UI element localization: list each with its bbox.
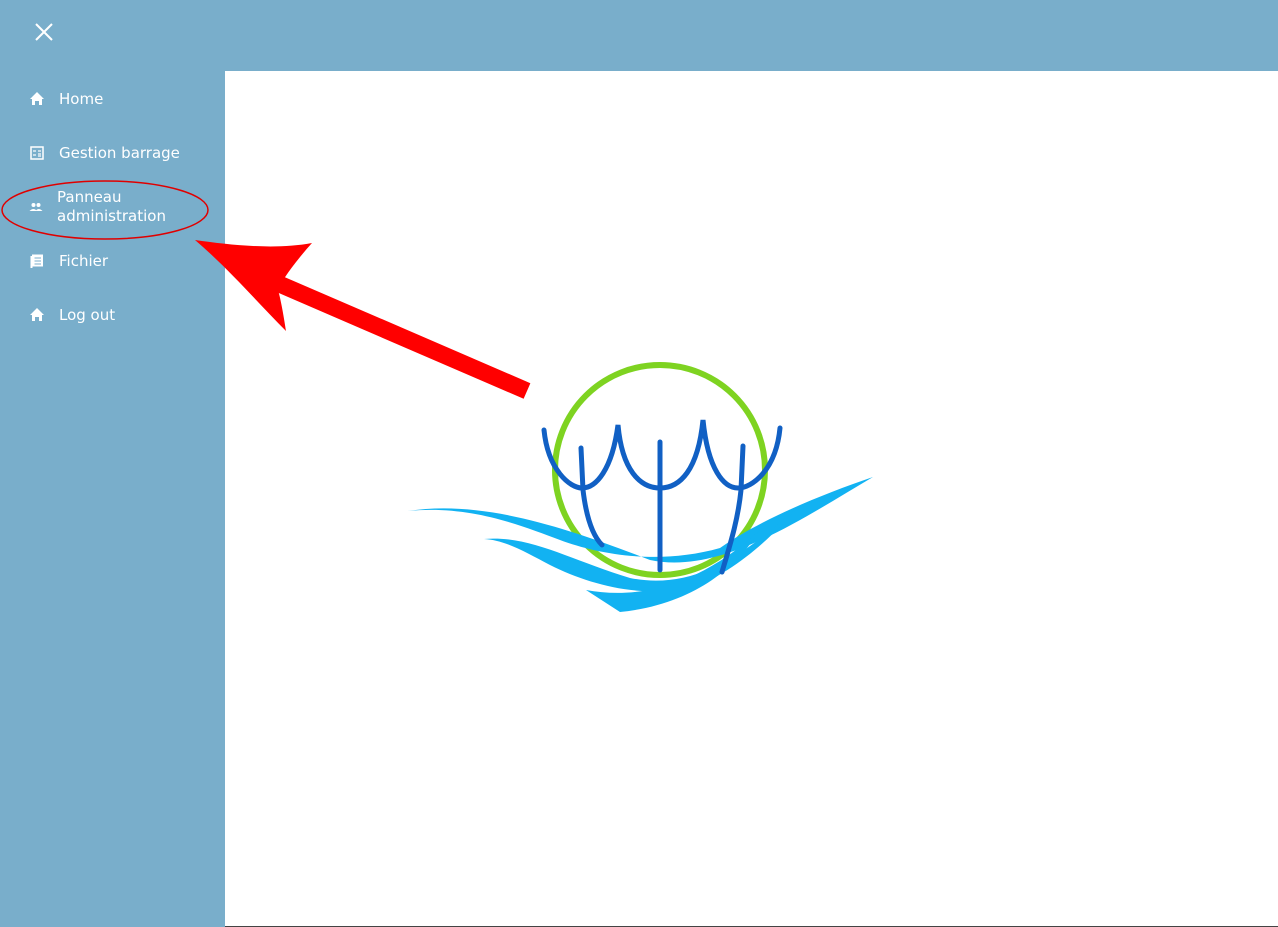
sidebar-item-gestion-barrage[interactable]: Gestion barrage (0, 142, 225, 164)
sidebar-item-label: Fichier (59, 251, 109, 270)
document-icon (29, 253, 45, 269)
sidebar-item-log-out[interactable]: Log out (0, 304, 225, 326)
top-bar (0, 0, 1278, 71)
sidebar-item-home[interactable]: Home (0, 88, 225, 110)
sidebar-item-fichier[interactable]: Fichier (0, 250, 225, 272)
home-icon (29, 91, 45, 107)
company-logo (408, 362, 873, 612)
sidebar-item-label: Log out (59, 305, 116, 324)
sidebar-item-label: Gestion barrage (59, 143, 180, 162)
sidebar-item-label: Panneau administration (57, 188, 166, 225)
sidebar-item-panneau-administration[interactable]: Panneau administration (0, 187, 225, 227)
calculator-icon (29, 145, 45, 161)
sidebar-item-label: Home (59, 89, 104, 108)
main-content (225, 71, 1278, 926)
people-icon (28, 199, 44, 215)
close-icon[interactable] (28, 18, 60, 50)
home-icon (29, 307, 45, 323)
